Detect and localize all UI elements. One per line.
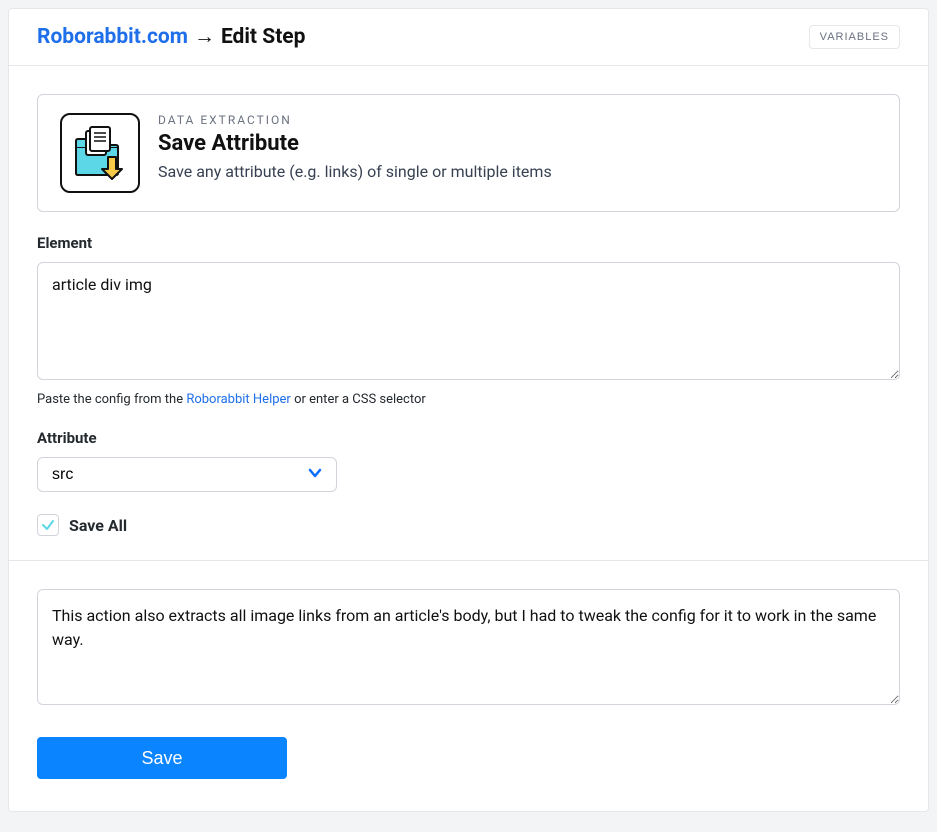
step-summary-text: DATA EXTRACTION Save Attribute Save any …: [158, 113, 552, 181]
page-header: Roborabbit.com → Edit Step VARIABLES: [9, 9, 928, 66]
step-title: Save Attribute: [158, 131, 552, 156]
element-helper-text: Paste the config from the Roborabbit Hel…: [37, 392, 900, 407]
page-title: Edit Step: [221, 25, 306, 49]
edit-step-card: Roborabbit.com → Edit Step VARIABLES: [8, 8, 929, 812]
attribute-select-wrap: src: [37, 457, 337, 492]
folder-download-icon: [60, 113, 140, 193]
step-category: DATA EXTRACTION: [158, 113, 552, 127]
section-divider: [9, 560, 928, 561]
save-all-label: Save All: [69, 516, 127, 535]
save-button[interactable]: Save: [37, 737, 287, 779]
save-all-checkbox[interactable]: [37, 514, 59, 536]
save-all-row: Save All: [37, 514, 900, 536]
attribute-select[interactable]: src: [37, 457, 337, 492]
helper-link[interactable]: Roborabbit Helper: [186, 392, 291, 407]
element-input[interactable]: [37, 262, 900, 380]
step-summary-box: DATA EXTRACTION Save Attribute Save any …: [37, 94, 900, 212]
element-label: Element: [37, 234, 900, 252]
note-input[interactable]: [37, 589, 900, 705]
attribute-label: Attribute: [37, 429, 900, 447]
variables-button[interactable]: VARIABLES: [809, 25, 900, 49]
breadcrumb: Roborabbit.com → Edit Step: [37, 25, 305, 49]
site-link[interactable]: Roborabbit.com: [37, 25, 188, 49]
breadcrumb-arrow: →: [194, 25, 215, 49]
step-description: Save any attribute (e.g. links) of singl…: [158, 162, 552, 181]
form-body: DATA EXTRACTION Save Attribute Save any …: [9, 66, 928, 811]
